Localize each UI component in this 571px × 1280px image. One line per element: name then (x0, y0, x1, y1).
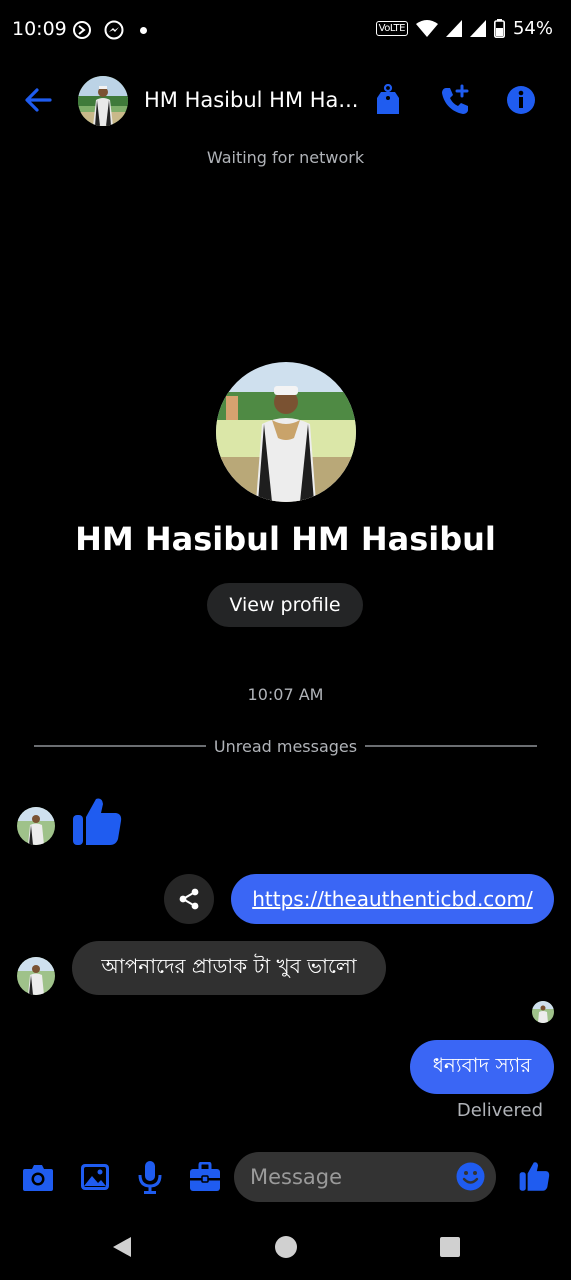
status-right-group: VoLTE 54% (375, 18, 553, 39)
nav-home-icon[interactable] (274, 1235, 298, 1259)
delivery-status: Delivered (456, 1100, 543, 1121)
notification-dot-icon (140, 27, 147, 34)
battery-percent: 54% (512, 18, 553, 39)
link-message-bubble[interactable]: https://theauthenticbd.com/ (231, 874, 554, 924)
conversation-title[interactable]: HM Hasibul HM Ha... (144, 88, 358, 112)
connection-status: Waiting for network (206, 148, 365, 167)
messenger-notification-icon (104, 20, 124, 40)
message-placeholder: Message (250, 1165, 343, 1189)
sender-avatar-2[interactable] (17, 957, 55, 995)
emoji-icon[interactable] (456, 1162, 485, 1191)
nav-recents-icon[interactable] (439, 1236, 461, 1258)
signal-icon (445, 20, 462, 37)
profile-name: HM Hasibul HM Hasibul (75, 520, 496, 558)
battery-icon (493, 19, 505, 38)
share-button[interactable] (164, 874, 214, 924)
message-timestamp: 10:07 AM (247, 685, 324, 704)
signal-2-icon (469, 20, 486, 37)
image-icon[interactable] (80, 1163, 110, 1191)
shopping-tag-icon[interactable] (375, 84, 401, 116)
microphone-icon[interactable] (138, 1160, 162, 1194)
like-icon[interactable] (519, 1160, 551, 1192)
info-icon[interactable] (506, 85, 536, 115)
view-profile-button[interactable]: View profile (207, 583, 363, 627)
camera-icon[interactable] (22, 1162, 54, 1192)
outgoing-message-bubble[interactable]: ধন্যবাদ স্যার (410, 1040, 554, 1094)
sender-avatar[interactable] (17, 807, 55, 845)
unread-messages-label: Unread messages (213, 737, 358, 756)
add-call-icon[interactable] (440, 84, 472, 116)
briefcase-icon[interactable] (189, 1162, 221, 1192)
share-icon (179, 888, 199, 910)
data-saver-icon (73, 21, 91, 39)
like-message-icon[interactable] (72, 795, 124, 847)
incoming-message-bubble[interactable]: আপনাদের প্রাডাক টা খুব ভালো (72, 941, 386, 995)
status-time: 10:09 (12, 18, 67, 40)
read-receipt-avatar (532, 1001, 554, 1023)
profile-avatar[interactable] (216, 362, 356, 502)
header-avatar[interactable] (78, 76, 128, 126)
back-arrow-icon[interactable] (24, 86, 52, 114)
nav-back-icon[interactable] (110, 1235, 134, 1259)
wifi-icon (415, 19, 438, 37)
volte-badge: VoLTE (375, 21, 408, 36)
